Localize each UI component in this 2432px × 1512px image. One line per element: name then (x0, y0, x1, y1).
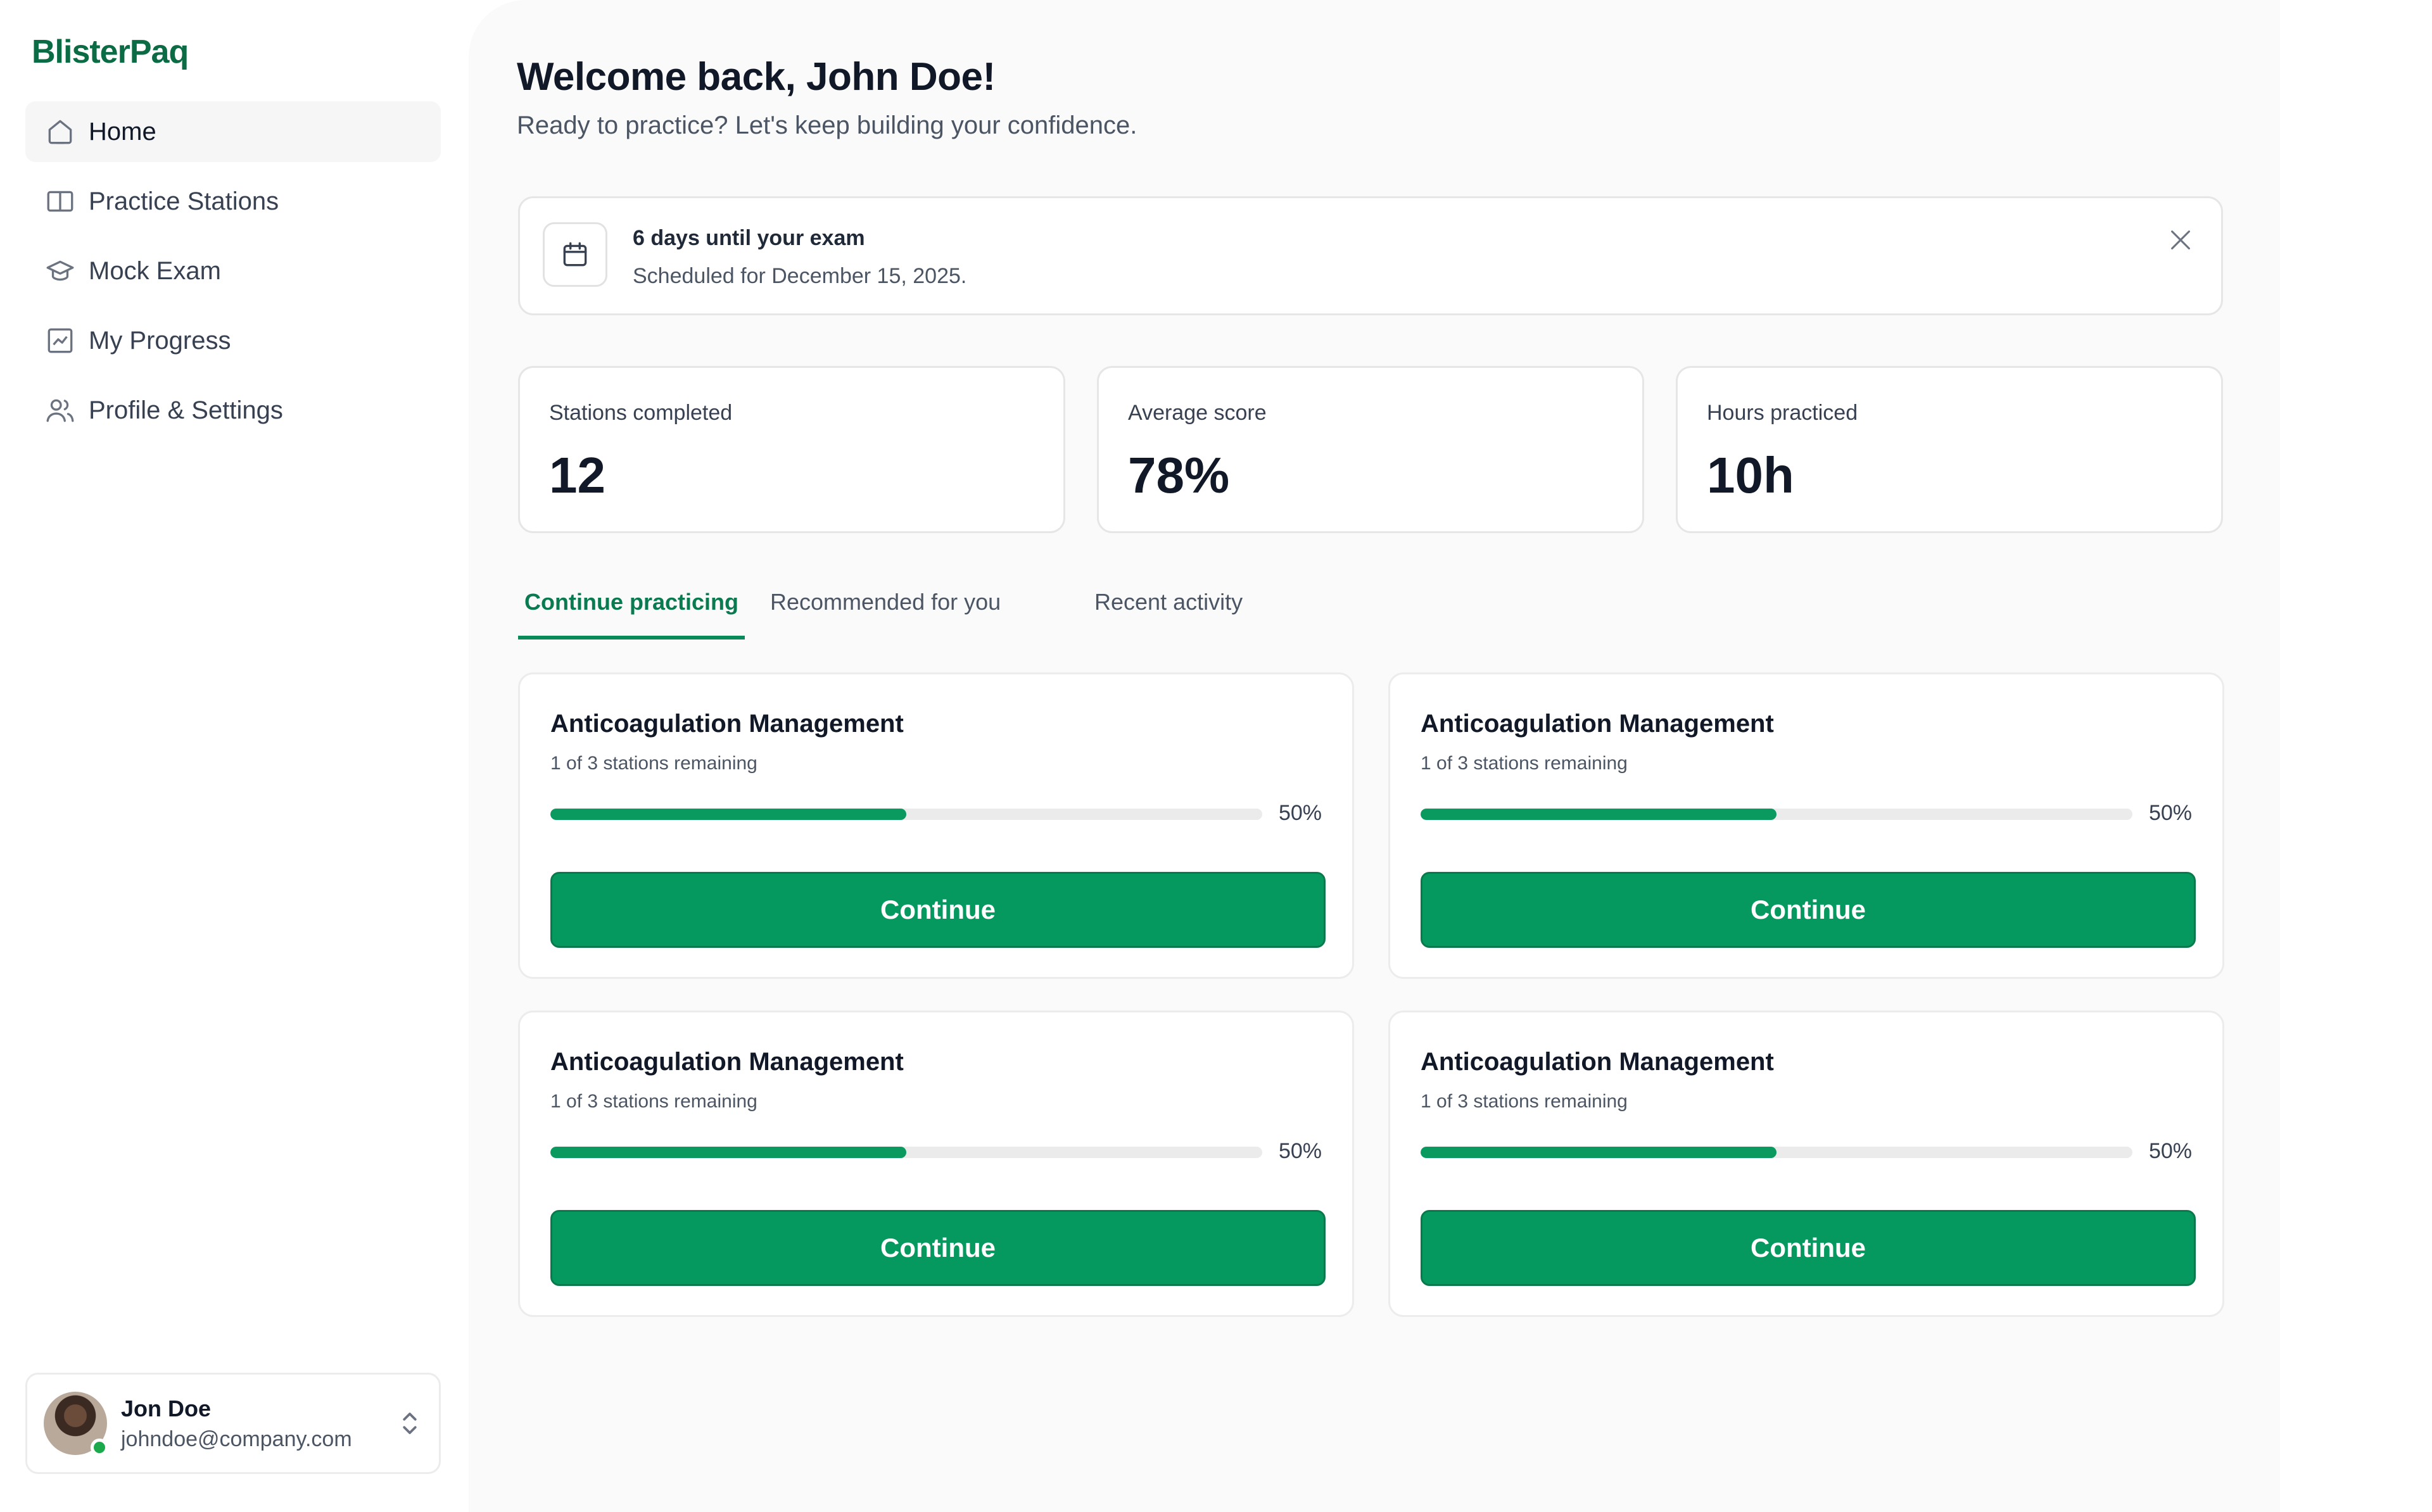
sidebar-item-profile-settings[interactable]: Profile & Settings (25, 380, 441, 441)
sidebar-item-practice-stations[interactable]: Practice Stations (25, 171, 441, 232)
users-icon (44, 394, 76, 426)
progress-bar (550, 809, 1262, 820)
progress-fill (1421, 1147, 1776, 1158)
sidebar-item-label: Mock Exam (89, 256, 221, 285)
course-title: Anticoagulation Management (1421, 710, 1774, 738)
user-info: Jon Doe johndoe@company.com (121, 1395, 397, 1452)
stat-card-hours-practiced: Hours practiced 10h (1676, 366, 2223, 533)
stat-card-average-score: Average score 78% (1097, 366, 1644, 533)
exam-date: Scheduled for December 15, 2025. (633, 264, 967, 288)
graduation-cap-icon (44, 255, 76, 287)
user-email: johndoe@company.com (121, 1427, 352, 1451)
calendar-icon (543, 222, 607, 287)
online-status-dot (91, 1439, 108, 1456)
user-name: Jon Doe (121, 1395, 212, 1421)
course-card: Anticoagulation Management 1 of 3 statio… (1388, 672, 2224, 979)
chart-line-icon (44, 325, 76, 356)
sidebar-item-home[interactable]: Home (25, 101, 441, 162)
course-remaining: 1 of 3 stations remaining (550, 1091, 757, 1112)
progress-fill (1421, 809, 1776, 820)
sidebar-item-my-progress[interactable]: My Progress (25, 310, 441, 371)
sidebar-nav: Home Practice Stations Mock Exam My Prog… (25, 101, 441, 450)
tab-bar: Continue practicing Recommended for you … (518, 570, 1278, 639)
course-remaining: 1 of 3 stations remaining (550, 753, 757, 774)
progress-percent: 50% (2148, 1139, 2192, 1163)
course-title: Anticoagulation Management (550, 710, 904, 738)
progress-bar (1421, 809, 2132, 820)
course-card: Anticoagulation Management 1 of 3 statio… (518, 672, 1354, 979)
course-title: Anticoagulation Management (550, 1048, 904, 1076)
continue-button[interactable]: Continue (1421, 1210, 2196, 1286)
avatar (44, 1392, 108, 1456)
close-banner-button[interactable] (2164, 224, 2197, 256)
exam-countdown-banner: 6 days until your exam Scheduled for Dec… (518, 196, 2223, 315)
progress-percent: 50% (1278, 1139, 1322, 1163)
progress-percent: 50% (1278, 801, 1322, 825)
progress-bar (550, 1147, 1262, 1158)
stat-value: 12 (549, 447, 605, 503)
course-card: Anticoagulation Management 1 of 3 statio… (1388, 1011, 2224, 1317)
main-content: Welcome back, John Doe! Ready to practic… (469, 0, 2280, 1512)
sidebar-item-mock-exam[interactable]: Mock Exam (25, 241, 441, 301)
page-subtitle: Ready to practice? Let's keep building y… (517, 111, 1137, 139)
course-title: Anticoagulation Management (1421, 1048, 1774, 1076)
sidebar-item-label: Practice Stations (89, 187, 279, 215)
tab-recommended-for-you[interactable]: Recommended for you (770, 570, 1001, 639)
course-remaining: 1 of 3 stations remaining (1421, 1091, 1628, 1112)
progress-fill (550, 1147, 906, 1158)
sidebar-item-label: Home (89, 117, 156, 146)
course-remaining: 1 of 3 stations remaining (1421, 753, 1628, 774)
tab-recent-activity[interactable]: Recent activity (1094, 570, 1243, 639)
sidebar: BlisterPaq Home Practice Stations Mock E… (0, 0, 469, 1512)
progress-bar (1421, 1147, 2132, 1158)
course-card: Anticoagulation Management 1 of 3 statio… (518, 1011, 1354, 1317)
home-icon (44, 116, 76, 148)
app-logo[interactable]: BlisterPaq (32, 33, 189, 71)
progress-percent: 50% (2148, 801, 2192, 825)
close-icon (2171, 230, 2190, 249)
tab-continue-practicing[interactable]: Continue practicing (518, 570, 745, 639)
stat-value: 78% (1128, 447, 1230, 503)
book-open-icon (44, 186, 76, 217)
stat-label: Average score (1128, 401, 1267, 425)
stat-label: Hours practiced (1707, 401, 1858, 425)
user-account-switcher[interactable]: Jon Doe johndoe@company.com (25, 1373, 441, 1474)
chevron-up-down-icon (397, 1408, 422, 1439)
sidebar-item-label: My Progress (89, 326, 231, 355)
exam-countdown-title: 6 days until your exam (633, 226, 865, 250)
progress-fill (550, 809, 906, 820)
sidebar-item-label: Profile & Settings (89, 396, 283, 424)
page-title: Welcome back, John Doe! (517, 55, 996, 99)
continue-button[interactable]: Continue (550, 872, 1326, 948)
continue-button[interactable]: Continue (1421, 872, 2196, 948)
stat-card-stations-completed: Stations completed 12 (518, 366, 1065, 533)
stat-value: 10h (1707, 447, 1794, 503)
stat-label: Stations completed (549, 401, 733, 425)
continue-button[interactable]: Continue (550, 1210, 1326, 1286)
